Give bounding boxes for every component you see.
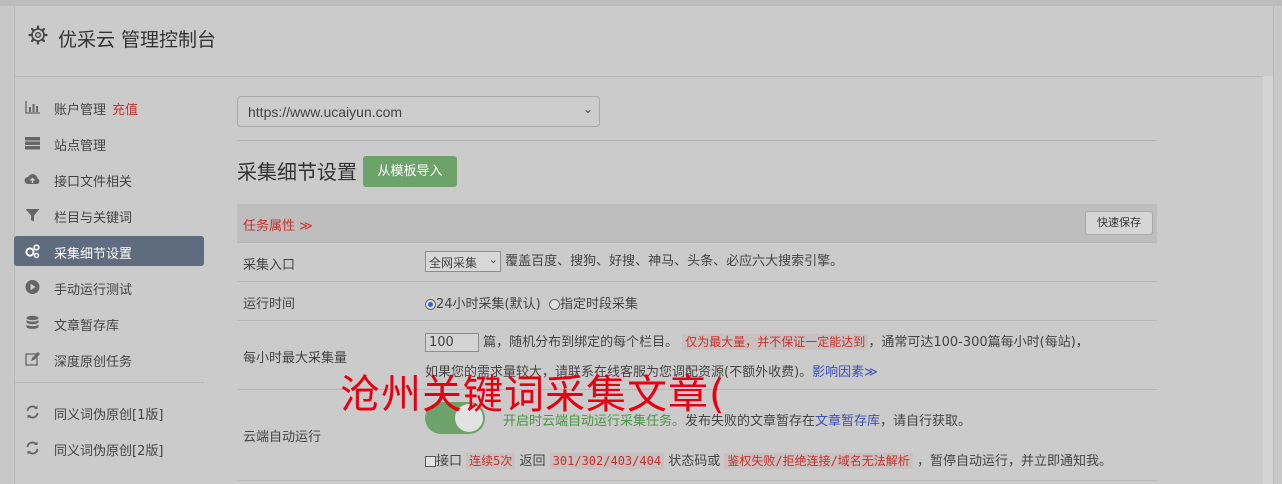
max-text-2: ，通常可达100-300篇每小时(每站)， [868, 335, 1089, 350]
article-store-link[interactable]: 文章暂存库 [815, 414, 880, 429]
sidebar: 账户管理充值 站点管理 接口文件相关 栏目与关键词 采集细节设置 手动运行测试 [14, 92, 204, 469]
radio-24h[interactable] [425, 299, 436, 310]
max-per-hour-input[interactable]: 100 [425, 333, 479, 352]
gears-icon [25, 244, 40, 259]
sidebar-item-synonym-v2[interactable]: 同义词伪原创[2版] [14, 433, 204, 463]
sidebar-item-deep-original[interactable]: 深度原创任务 [14, 344, 204, 374]
site-select[interactable]: https://www.ucaiyun.com ⌄ [237, 96, 600, 127]
sidebar-item-label: 深度原创任务 [54, 355, 133, 370]
section-title: 采集细节设置 [237, 160, 357, 184]
sidebar-item-synonym-v1[interactable]: 同义词伪原创[1版] [14, 397, 204, 427]
sidebar-divider [14, 382, 204, 383]
refresh-icon [26, 441, 39, 455]
row-label: 每小时最大采集量 [243, 351, 348, 366]
chevron-down-icon: ⌄ [488, 253, 498, 266]
sidebar-item-categories[interactable]: 栏目与关键词 [14, 200, 204, 230]
row-label: 云端自动运行 [243, 430, 322, 445]
divider [237, 140, 1157, 141]
text-status: 状态码或 [668, 454, 721, 469]
site-select-value: https://www.ucaiyun.com [248, 104, 403, 120]
code-consecutive: 连续5次 [466, 453, 516, 469]
import-template-button[interactable]: 从模板导入 [363, 156, 457, 187]
chevron-down-icon: ⌄ [582, 102, 593, 116]
scrollbar[interactable] [1263, 76, 1273, 484]
task-attributes-toggle[interactable]: 任务属性 ≫ [243, 215, 313, 234]
server-icon [25, 137, 40, 150]
sidebar-item-label: 站点管理 [54, 139, 107, 154]
radio-scheduled-label: 指定时段采集 [559, 297, 638, 312]
table-header-row: 任务属性 ≫ 快速保存 [237, 204, 1157, 243]
page-header: 优采云 管理控制台 [15, 6, 1273, 77]
filter-icon [25, 209, 40, 222]
row-label: 运行时间 [243, 297, 296, 312]
sidebar-item-label: 同义词伪原创[2版] [54, 444, 164, 459]
entry-description: 覆盖百度、搜狗、好搜、神马、头条、必应六大搜索引擎。 [505, 254, 844, 269]
sidebar-item-label: 手动运行测试 [54, 283, 133, 298]
text-pause: ，暂停自动运行，并立即通知我。 [916, 454, 1112, 469]
sidebar-item-sites[interactable]: 站点管理 [14, 128, 204, 158]
recharge-link[interactable]: 充值 [112, 103, 138, 118]
database-icon [26, 315, 39, 329]
sidebar-item-manual-run[interactable]: 手动运行测试 [14, 272, 204, 302]
checkbox-label: 接口 [436, 454, 463, 469]
factors-link[interactable]: 影响因素≫ [812, 365, 878, 380]
table-row-runtime: 运行时间 24小时采集(默认) 指定时段采集 [237, 282, 1157, 321]
edit-icon [25, 352, 40, 366]
sidebar-item-label: 采集细节设置 [54, 247, 133, 262]
cloud-upload-icon [24, 174, 40, 184]
interface-checkbox[interactable] [425, 456, 436, 467]
table-row-entry: 采集入口 全网采集 ⌄ 覆盖百度、搜狗、好搜、神马、头条、必应六大搜索引擎。 [237, 243, 1157, 282]
sidebar-item-label: 同义词伪原创[1版] [54, 408, 164, 423]
max-text-1: 篇，随机分布到绑定的每个栏目。 [483, 335, 679, 350]
sidebar-item-article-store[interactable]: 文章暂存库 [14, 308, 204, 338]
overlay-title: 沧州关键词采集文章( [340, 372, 726, 418]
sidebar-item-interface-files[interactable]: 接口文件相关 [14, 164, 204, 194]
sidebar-item-label: 接口文件相关 [54, 175, 133, 190]
radio-24h-label: 24小时采集(默认) [436, 297, 541, 312]
page-title: 优采云 管理控制台 [58, 29, 217, 51]
code-status: 301/302/403/404 [549, 453, 665, 469]
play-circle-icon [25, 280, 40, 294]
text-return: 返回 [519, 454, 546, 469]
sidebar-item-label: 文章暂存库 [54, 319, 120, 334]
quick-save-button[interactable]: 快速保存 [1085, 211, 1153, 235]
entry-select[interactable]: 全网采集 ⌄ [425, 251, 501, 272]
radio-scheduled[interactable] [548, 299, 560, 310]
sidebar-item-collect-settings[interactable]: 采集细节设置 [14, 236, 204, 266]
refresh-icon [26, 405, 39, 419]
gear-icon [28, 25, 48, 45]
bar-chart-icon [25, 101, 40, 114]
sidebar-item-label: 栏目与关键词 [54, 211, 133, 226]
cloud-desc-3: ，请自行获取。 [880, 414, 972, 429]
row-label: 采集入口 [243, 258, 296, 273]
max-warning: 仅为最大量，并不保证一定能达到 [682, 334, 869, 350]
code-errors: 鉴权失败/拒绝连接/域名无法解析 [724, 453, 913, 469]
sidebar-item-account[interactable]: 账户管理 充值 [14, 92, 204, 122]
entry-select-value: 全网采集 [429, 256, 478, 270]
sidebar-item-label: 账户管理 [54, 103, 107, 118]
